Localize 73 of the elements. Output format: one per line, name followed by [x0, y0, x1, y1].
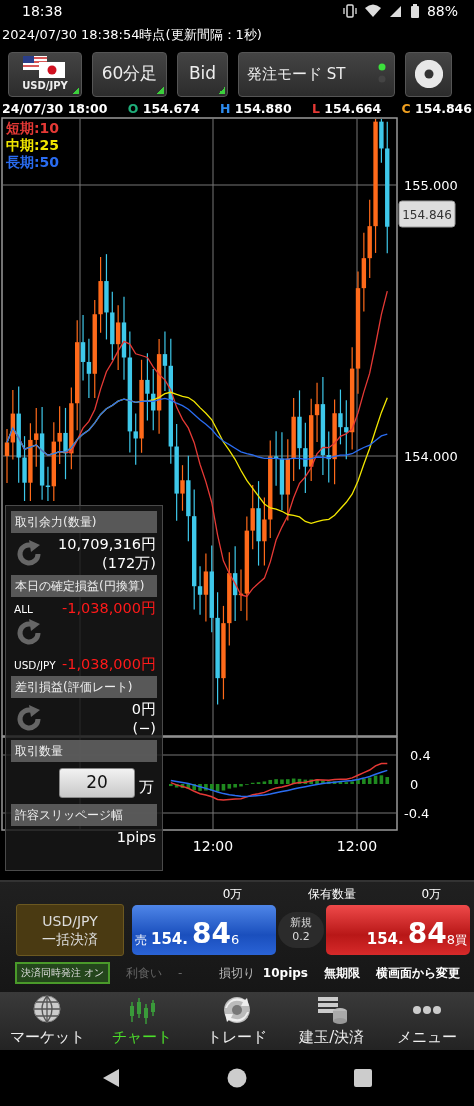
time-axis-label: 12:00 [336, 838, 378, 854]
change-settings-link[interactable]: 横画面から変更 [376, 964, 460, 983]
section-title: 本日の確定損益(円換算) [11, 575, 157, 597]
vibrate-icon [342, 4, 357, 18]
coins-stack-icon [315, 994, 348, 1026]
settings-icon [414, 60, 443, 88]
balance-value: (172万) [101, 554, 157, 573]
take-profit-value: - [178, 965, 183, 983]
take-profit-label: 利食い [126, 965, 163, 983]
ohlc-value: L 154.664 [311, 100, 382, 117]
dropdown-button[interactable]: 60分足 [92, 51, 167, 97]
bar-date: 24/07/30 18:00 [2, 100, 108, 117]
battery-icon [410, 4, 419, 18]
price-axis-label: 154.000 [404, 449, 458, 464]
balance-value: 10,709,316円 [56, 535, 157, 554]
nav-tab[interactable]: トレード [189, 992, 285, 1050]
holdings-label: 保有数量 [308, 887, 356, 901]
flags-icon [23, 55, 67, 78]
recent-apps-icon[interactable] [354, 1069, 373, 1087]
back-icon[interactable] [101, 1068, 120, 1088]
buy-button[interactable]: 154.848買 [326, 905, 470, 955]
nav-tab[interactable]: チャート [94, 992, 190, 1050]
macd-axis-label: 0 [410, 777, 419, 792]
update-timestamp: 2024/07/30 18:38:54時点(更新間隔：1秒) [1, 26, 263, 44]
currency-pair-button[interactable]: USD/JPY [8, 51, 82, 97]
settings-button[interactable] [405, 51, 452, 97]
ohlc-value: H 154.880 [219, 100, 292, 117]
moving-average-legend: 中期:25 [6, 137, 60, 153]
section-title: 取引余力(数量) [11, 511, 157, 533]
current-price-tag: 154.846 [398, 200, 456, 228]
row-label: ALL [14, 603, 33, 616]
held-quantity: 0万 [421, 887, 442, 901]
battery-level: 88% [426, 1, 458, 21]
profit-loss-value: -1,038,000円 [61, 599, 157, 618]
time-axis-label: 12:00 [192, 838, 234, 854]
moving-average-legend: 長期:50 [6, 154, 60, 170]
nav-tab[interactable]: 建玉/決済 [284, 992, 380, 1050]
nav-tab[interactable]: マーケット [0, 992, 95, 1050]
stop-loss-label: 損切り [218, 965, 255, 983]
more-icon [410, 1005, 443, 1015]
order-mode-button[interactable]: 発注モード ST [238, 51, 395, 97]
clock-time: 18:38 [22, 1, 63, 21]
balance-value: (−) [131, 719, 157, 738]
macd-axis-label: -0.4 [404, 806, 430, 821]
balance-value: 0円 [130, 700, 157, 719]
dropdown-corner-icon [157, 86, 164, 94]
close-all-button[interactable]: USD/JPY 一括決済 [16, 904, 124, 956]
slippage-value: 1pips [115, 828, 157, 847]
wifi-icon [364, 4, 381, 18]
section-title: 許容スリッページ幅 [11, 804, 157, 826]
globe-icon [31, 994, 64, 1026]
nav-tab[interactable]: メニュー [379, 992, 474, 1050]
unit-label: 万 [139, 776, 154, 798]
circular-arrows-icon [221, 994, 253, 1026]
stop-loss-value: 10pips [262, 965, 308, 983]
macd-axis-label: 0.4 [410, 748, 431, 763]
signal-icon [388, 4, 403, 18]
new-order-button[interactable]: 新規 0.2 [278, 912, 324, 948]
section-title: 差引損益(評価レート) [11, 676, 157, 698]
settle-toggle[interactable]: 決済同時発注 オン [15, 962, 111, 985]
held-quantity: 0万 [222, 887, 243, 901]
home-icon[interactable] [227, 1068, 247, 1088]
section-title: 取引数量 [11, 740, 157, 762]
price-axis-label: 155.000 [404, 178, 458, 193]
dropdown-button[interactable]: Bid [177, 51, 228, 97]
ohlc-value: O 154.674 [127, 100, 200, 117]
row-label: USD/JPY [14, 659, 56, 672]
ohlc-value: C 154.846 [401, 100, 472, 117]
moving-average-legend: 短期:10 [6, 120, 60, 136]
expiry-label: 無期限 [324, 965, 360, 983]
quantity-field[interactable]: 20 [59, 768, 135, 798]
profit-loss-value: -1,038,000円 [61, 655, 157, 674]
sell-button[interactable]: 売 154.846 [132, 905, 276, 955]
